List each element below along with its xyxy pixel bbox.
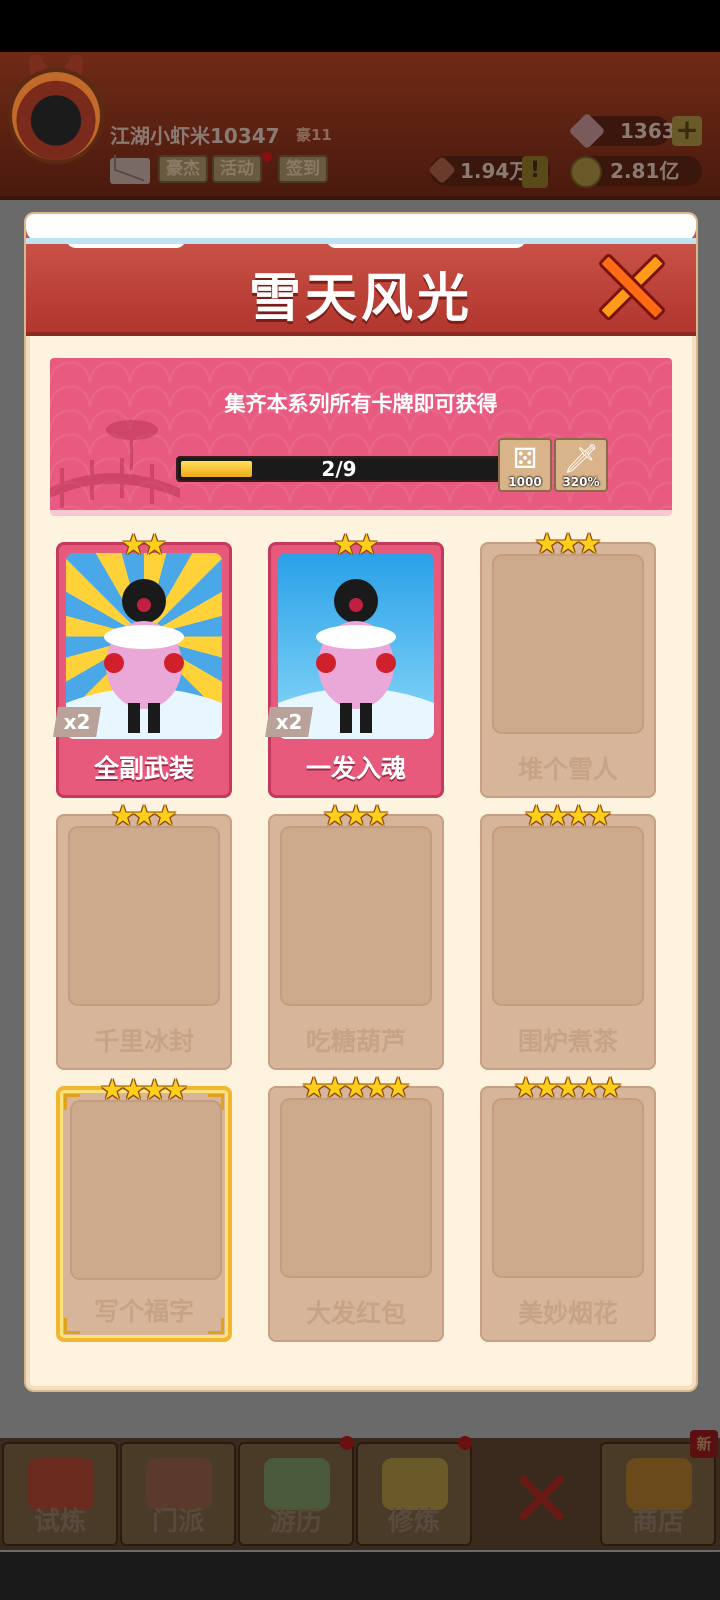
tag-checkin-button[interactable]: 签到 xyxy=(278,155,328,183)
star-icon: ★ xyxy=(597,1071,623,1104)
card-placeholder xyxy=(492,1098,644,1278)
collection-card[interactable]: ★★★ 吃糖葫芦 xyxy=(268,802,444,1070)
nav-trial[interactable]: 试炼 xyxy=(2,1442,118,1546)
nav-cultivate[interactable]: 修炼 xyxy=(356,1442,472,1546)
reward-dice[interactable]: ⚄ 1000 xyxy=(498,438,552,492)
star-icon: ★ xyxy=(152,799,178,832)
star-rating: ★★★★★ xyxy=(270,1074,442,1102)
reward-label: 1000 xyxy=(508,475,542,489)
nav-travel[interactable]: 游历 xyxy=(238,1442,354,1546)
card-placeholder xyxy=(492,554,644,734)
card-collection-modal: 雪天风光 集齐本系列所有卡牌即可获得 2/9 ⚄ 1000 🗡 320% x2 … xyxy=(26,214,696,1390)
card-placeholder xyxy=(68,826,220,1006)
sword-icon: 🗡 xyxy=(563,442,599,475)
progress-text: 2/9 xyxy=(321,457,357,481)
reward-sword[interactable]: 🗡 320% xyxy=(554,438,608,492)
card-name: 一发入魂 xyxy=(305,754,406,783)
card-name: 大发红包 xyxy=(305,1299,406,1328)
nav-label: 门派 xyxy=(151,1507,204,1537)
star-icon: ★ xyxy=(364,799,390,832)
card-name: 全副武装 xyxy=(93,754,194,783)
star-rating: ★★★ xyxy=(58,802,230,830)
tag-activity-button[interactable]: 活动 xyxy=(212,155,262,183)
star-icon: ★ xyxy=(354,528,380,561)
power-value: 1.94万 xyxy=(460,159,530,183)
banner-text: 集齐本系列所有卡牌即可获得 xyxy=(224,392,498,416)
collection-card[interactable]: x2 ★★ 全副武装 xyxy=(53,531,232,798)
collection-card[interactable]: ★★★ 堆个雪人 xyxy=(480,530,656,798)
notification-dot xyxy=(262,152,272,162)
collection-card[interactable]: ★★★★ 写个福字 xyxy=(56,1076,232,1342)
collection-card[interactable]: x2 ★★ 一发入魂 xyxy=(265,531,444,798)
avatar[interactable] xyxy=(8,68,104,164)
card-name: 写个福字 xyxy=(93,1297,194,1326)
star-rating: ★★★ xyxy=(270,802,442,830)
star-icon: ★ xyxy=(163,1073,189,1106)
nav-sect[interactable]: 门派 xyxy=(120,1442,236,1546)
collection-progress: 2/9 xyxy=(176,456,502,482)
collection-card[interactable]: ★★★★★ 美妙烟花 xyxy=(480,1074,656,1342)
tag-hero-button[interactable]: 豪杰 xyxy=(158,155,208,183)
vip-level: 豪11 xyxy=(296,126,332,144)
star-icon: ★ xyxy=(385,1071,411,1104)
star-rating: ★★★★ xyxy=(482,802,654,830)
card-name: 吃糖葫芦 xyxy=(305,1027,406,1056)
collection-card[interactable]: ★★★★★ 大发红包 xyxy=(268,1074,444,1342)
bridge-umbrella-icon xyxy=(50,420,180,508)
nav-badge xyxy=(458,1436,472,1450)
nav-badge xyxy=(340,1436,354,1450)
collection-card[interactable]: ★★★★ 围炉煮茶 xyxy=(480,802,656,1070)
collection-banner: 集齐本系列所有卡牌即可获得 2/9 ⚄ 1000 🗡 320% xyxy=(50,358,672,516)
nav-label: 修炼 xyxy=(387,1507,440,1537)
add-gems-button[interactable]: + xyxy=(672,116,702,146)
gem-count: 1363 xyxy=(620,119,676,143)
star-rating: ★★ xyxy=(59,531,229,559)
player-name: 江湖小虾米10347 xyxy=(110,124,280,148)
system-bar xyxy=(0,1552,720,1600)
modal-header: 雪天风光 xyxy=(26,214,696,336)
card-placeholder xyxy=(70,1100,222,1280)
card-count-badge: x2 xyxy=(53,707,101,737)
close-button[interactable] xyxy=(596,252,667,322)
card-placeholder xyxy=(280,826,432,1006)
star-rating: ★★★★ xyxy=(60,1076,228,1104)
card-name: 堆个雪人 xyxy=(517,755,618,784)
card-name: 千里冰封 xyxy=(93,1027,194,1056)
star-icon: ★ xyxy=(142,528,168,561)
collection-card[interactable]: ★★★ 千里冰封 xyxy=(56,802,232,1070)
star-rating: ★★★★★ xyxy=(482,1074,654,1102)
nav-label: 游历 xyxy=(269,1507,322,1537)
coin-icon xyxy=(570,156,602,188)
nav-label: 试炼 xyxy=(33,1507,86,1537)
star-icon: ★ xyxy=(587,799,613,832)
reward-label: 320% xyxy=(562,475,600,489)
card-count-badge: x2 xyxy=(265,707,313,737)
mail-icon[interactable] xyxy=(110,158,150,184)
card-name: 美妙烟花 xyxy=(517,1299,618,1328)
nav-label: 商店 xyxy=(631,1507,684,1537)
snow-edge xyxy=(26,238,696,244)
card-placeholder xyxy=(280,1098,432,1278)
star-icon: ★ xyxy=(576,527,602,560)
star-rating: ★★★ xyxy=(482,530,654,558)
coin-value: 2.81亿 xyxy=(610,159,680,183)
alert-button[interactable]: ! xyxy=(522,156,548,188)
card-name: 围炉煮茶 xyxy=(517,1027,618,1056)
dice-icon: ⚄ xyxy=(512,442,538,475)
new-badge: 新 xyxy=(690,1430,718,1458)
star-rating: ★★ xyxy=(271,531,441,559)
nav-close-icon[interactable]: ✕ xyxy=(508,1460,575,1540)
card-placeholder xyxy=(492,826,644,1006)
